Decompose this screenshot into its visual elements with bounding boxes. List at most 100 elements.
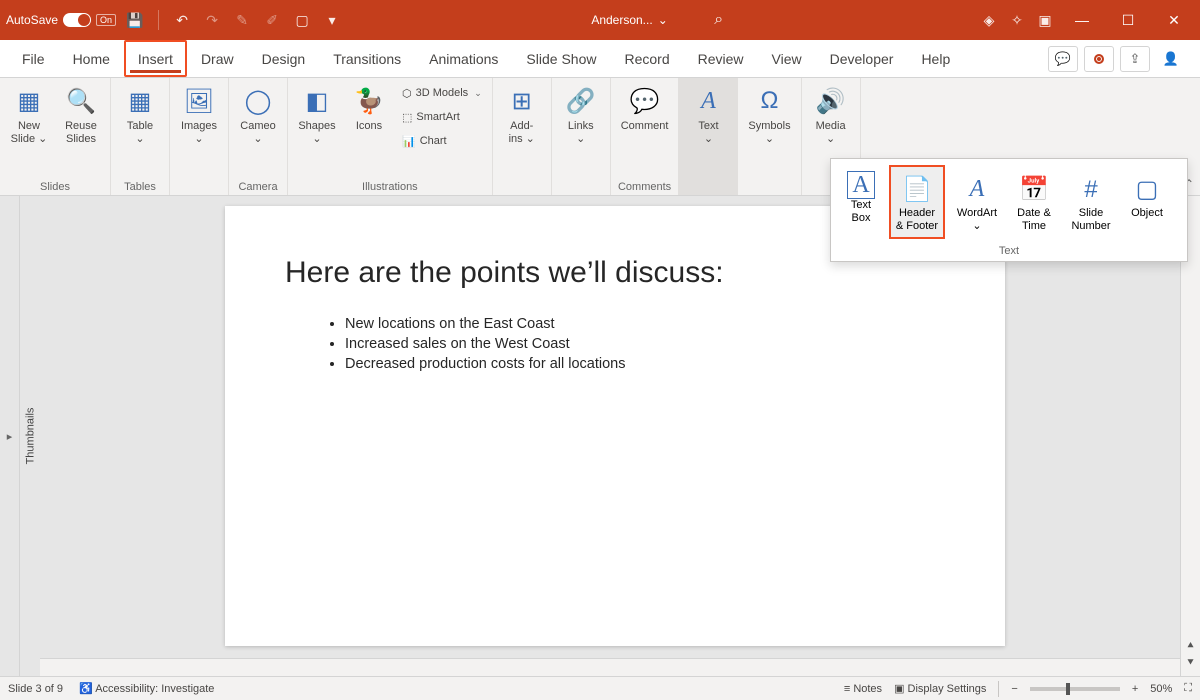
object-button[interactable]: ▢Object xyxy=(1123,165,1171,239)
autosave-toggle[interactable]: AutoSave On xyxy=(6,13,116,27)
tab-design[interactable]: Design xyxy=(248,40,320,77)
redo-icon[interactable]: ↷ xyxy=(201,9,223,31)
wordart-icon: A xyxy=(959,171,995,207)
save-icon[interactable]: 💾 xyxy=(124,9,146,31)
object-icon: ▢ xyxy=(1129,171,1165,207)
document-name[interactable]: Anderson... ⌄ xyxy=(591,13,667,27)
autosave-state: On xyxy=(96,14,116,26)
date-time-button[interactable]: 📅Date & Time xyxy=(1009,165,1059,239)
new-slide-button[interactable]: ▦New Slide ⌄ xyxy=(6,82,52,148)
reuse-slides-icon: 🔍 xyxy=(64,84,98,118)
vertical-scrollbar[interactable]: ⯅ ⯆ xyxy=(1180,196,1200,676)
ribbon-group-addins: ⊞Add- ins ⌄ xyxy=(493,78,552,195)
zoom-level[interactable]: 50% xyxy=(1150,683,1172,695)
close-button[interactable]: ✕ xyxy=(1154,5,1194,35)
qat-icon-2[interactable]: ✐ xyxy=(261,9,283,31)
shapes-icon: ◧ xyxy=(300,84,334,118)
horizontal-scrollbar[interactable] xyxy=(40,658,1180,676)
ribbon-group-text: AText ⌄ xyxy=(679,78,738,195)
tab-record[interactable]: Record xyxy=(610,40,683,77)
qat-icon[interactable]: ✎ xyxy=(231,9,253,31)
addins-button[interactable]: ⊞Add- ins ⌄ xyxy=(499,82,545,148)
overflow-icon[interactable]: ▾ xyxy=(321,9,343,31)
zoom-in-button[interactable]: + xyxy=(1132,683,1138,695)
3d-models-button[interactable]: ⬡3D Models⌄ xyxy=(398,82,486,104)
icons-button[interactable]: 🦆Icons xyxy=(346,82,392,135)
tab-home[interactable]: Home xyxy=(59,40,124,77)
maximize-button[interactable]: ☐ xyxy=(1108,5,1148,35)
new-slide-icon: ▦ xyxy=(12,84,46,118)
tab-draw[interactable]: Draw xyxy=(187,40,248,77)
tab-help[interactable]: Help xyxy=(907,40,964,77)
record-button[interactable] xyxy=(1084,46,1114,72)
search-icon[interactable]: ⌕ xyxy=(708,9,730,31)
text-button[interactable]: AText ⌄ xyxy=(685,82,731,148)
smartart-icon: ⬚ xyxy=(402,111,412,124)
images-button[interactable]: 🖼Images ⌄ xyxy=(176,82,222,148)
comment-button[interactable]: 💬Comment xyxy=(617,82,673,135)
thumbnails-toggle[interactable]: ▸ xyxy=(0,196,20,676)
share-button[interactable]: ⇪ xyxy=(1120,46,1150,72)
smartart-button[interactable]: ⬚SmartArt xyxy=(398,106,486,128)
slide-counter[interactable]: Slide 3 of 9 xyxy=(8,683,63,695)
header-footer-button[interactable]: 📄Header & Footer xyxy=(889,165,945,239)
slide-bullets[interactable]: New locations on the East Coast Increase… xyxy=(285,314,945,374)
media-icon: 🔊 xyxy=(814,84,848,118)
symbols-button[interactable]: ΩSymbols ⌄ xyxy=(744,82,794,148)
slide-canvas[interactable]: Here are the points we’ll discuss: New l… xyxy=(40,196,1200,676)
thumbnails-pane[interactable]: Thumbnails xyxy=(20,196,40,676)
chart-icon: 📊 xyxy=(402,135,416,148)
account-icon[interactable]: 👤 xyxy=(1156,46,1186,72)
undo-icon[interactable]: ↶ xyxy=(171,9,193,31)
notes-button[interactable]: ≡ Notes xyxy=(844,683,882,695)
slide-number-button[interactable]: #Slide Number xyxy=(1063,165,1119,239)
dropdown-group-label: Text xyxy=(837,239,1181,259)
status-bar: Slide 3 of 9 ♿ Accessibility: Investigat… xyxy=(0,676,1200,700)
display-settings-button[interactable]: ▣ Display Settings xyxy=(894,682,986,695)
tabbar-right: 💬 ⇪ 👤 xyxy=(1048,40,1192,77)
table-button[interactable]: ▦Table ⌄ xyxy=(117,82,163,148)
next-slide-icon[interactable]: ⯆ xyxy=(1186,657,1195,670)
zoom-out-button[interactable]: − xyxy=(1011,683,1017,695)
comments-button[interactable]: 💬 xyxy=(1048,46,1078,72)
tab-transitions[interactable]: Transitions xyxy=(319,40,415,77)
workspace: ▸ Thumbnails Here are the points we’ll d… xyxy=(0,196,1200,676)
accessibility-status[interactable]: ♿ Accessibility: Investigate xyxy=(79,682,214,695)
date-time-icon: 📅 xyxy=(1016,171,1052,207)
list-item[interactable]: Increased sales on the West Coast xyxy=(345,334,945,354)
window-mode-icon[interactable]: ▣ xyxy=(1034,9,1056,31)
links-icon: 🔗 xyxy=(564,84,598,118)
tab-file[interactable]: File xyxy=(8,40,59,77)
tab-view[interactable]: View xyxy=(758,40,816,77)
tab-slideshow[interactable]: Slide Show xyxy=(512,40,610,77)
images-icon: 🖼 xyxy=(182,84,216,118)
minimize-button[interactable]: — xyxy=(1062,5,1102,35)
table-icon: ▦ xyxy=(123,84,157,118)
media-button[interactable]: 🔊Media ⌄ xyxy=(808,82,854,148)
toggle-switch-icon[interactable] xyxy=(63,13,91,27)
prev-slide-icon[interactable]: ⯅ xyxy=(1186,640,1195,653)
tab-developer[interactable]: Developer xyxy=(816,40,908,77)
fit-to-window-button[interactable]: ⛶ xyxy=(1184,682,1192,695)
wand-icon[interactable]: ✧ xyxy=(1006,9,1028,31)
slide-number-icon: # xyxy=(1073,171,1109,207)
autosave-label: AutoSave xyxy=(6,13,58,27)
slide[interactable]: Here are the points we’ll discuss: New l… xyxy=(225,206,1005,646)
zoom-slider[interactable] xyxy=(1030,687,1120,691)
tab-animations[interactable]: Animations xyxy=(415,40,512,77)
tab-review[interactable]: Review xyxy=(684,40,758,77)
reuse-slides-button[interactable]: 🔍Reuse Slides xyxy=(58,82,104,148)
shapes-button[interactable]: ◧Shapes ⌄ xyxy=(294,82,340,148)
ribbon-group-camera: ◯Cameo ⌄ Camera xyxy=(229,78,288,195)
list-item[interactable]: New locations on the East Coast xyxy=(345,314,945,334)
text-box-button[interactable]: AText Box xyxy=(837,165,885,239)
tab-insert[interactable]: Insert xyxy=(124,40,187,77)
wordart-button[interactable]: AWordArt ⌄ xyxy=(949,165,1005,239)
present-icon[interactable]: ▢ xyxy=(291,9,313,31)
chart-button[interactable]: 📊Chart xyxy=(398,130,486,152)
list-item[interactable]: Decreased production costs for all locat… xyxy=(345,354,945,374)
diamond-icon[interactable]: ◈ xyxy=(978,9,1000,31)
links-button[interactable]: 🔗Links ⌄ xyxy=(558,82,604,148)
text-icon: A xyxy=(691,84,725,118)
cameo-button[interactable]: ◯Cameo ⌄ xyxy=(235,82,281,148)
